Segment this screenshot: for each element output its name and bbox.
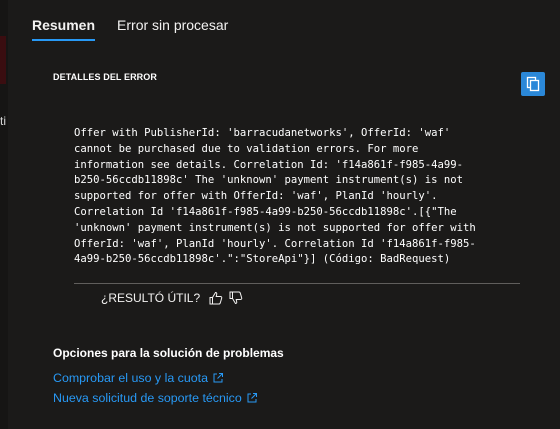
feedback-label: ¿RESULTÓ ÚTIL?: [101, 291, 201, 305]
new-support-request-link-label: Nueva solicitud de soporte técnico: [53, 391, 242, 405]
new-support-request-link[interactable]: Nueva solicitud de soporte técnico: [53, 391, 258, 405]
copy-icon: [526, 76, 540, 92]
troubleshooting-title: Opciones para la solución de problemas: [53, 346, 284, 360]
external-link-icon: [246, 392, 258, 404]
separator: [74, 283, 520, 284]
tab-bar: Resumen Error sin procesar: [32, 0, 250, 44]
copy-button[interactable]: [521, 72, 545, 96]
left-panel-text-fragment: ti: [0, 114, 6, 128]
error-message: Offer with PublisherId: 'barracudanetwor…: [74, 127, 476, 266]
left-panel-highlight: [0, 36, 6, 84]
thumbs-up-icon[interactable]: [208, 290, 224, 306]
error-details-heading: DETALLES DEL ERROR: [53, 72, 157, 82]
thumbs-down-icon[interactable]: [228, 290, 244, 306]
usage-quota-link[interactable]: Comprobar el uso y la cuota: [53, 371, 224, 385]
usage-quota-link-label: Comprobar el uso y la cuota: [53, 371, 208, 385]
tab-resumen[interactable]: Resumen: [32, 0, 96, 41]
feedback-row: ¿RESULTÓ ÚTIL?: [101, 290, 248, 306]
external-link-icon: [212, 372, 224, 384]
tab-error-sin-procesar[interactable]: Error sin procesar: [117, 0, 228, 41]
